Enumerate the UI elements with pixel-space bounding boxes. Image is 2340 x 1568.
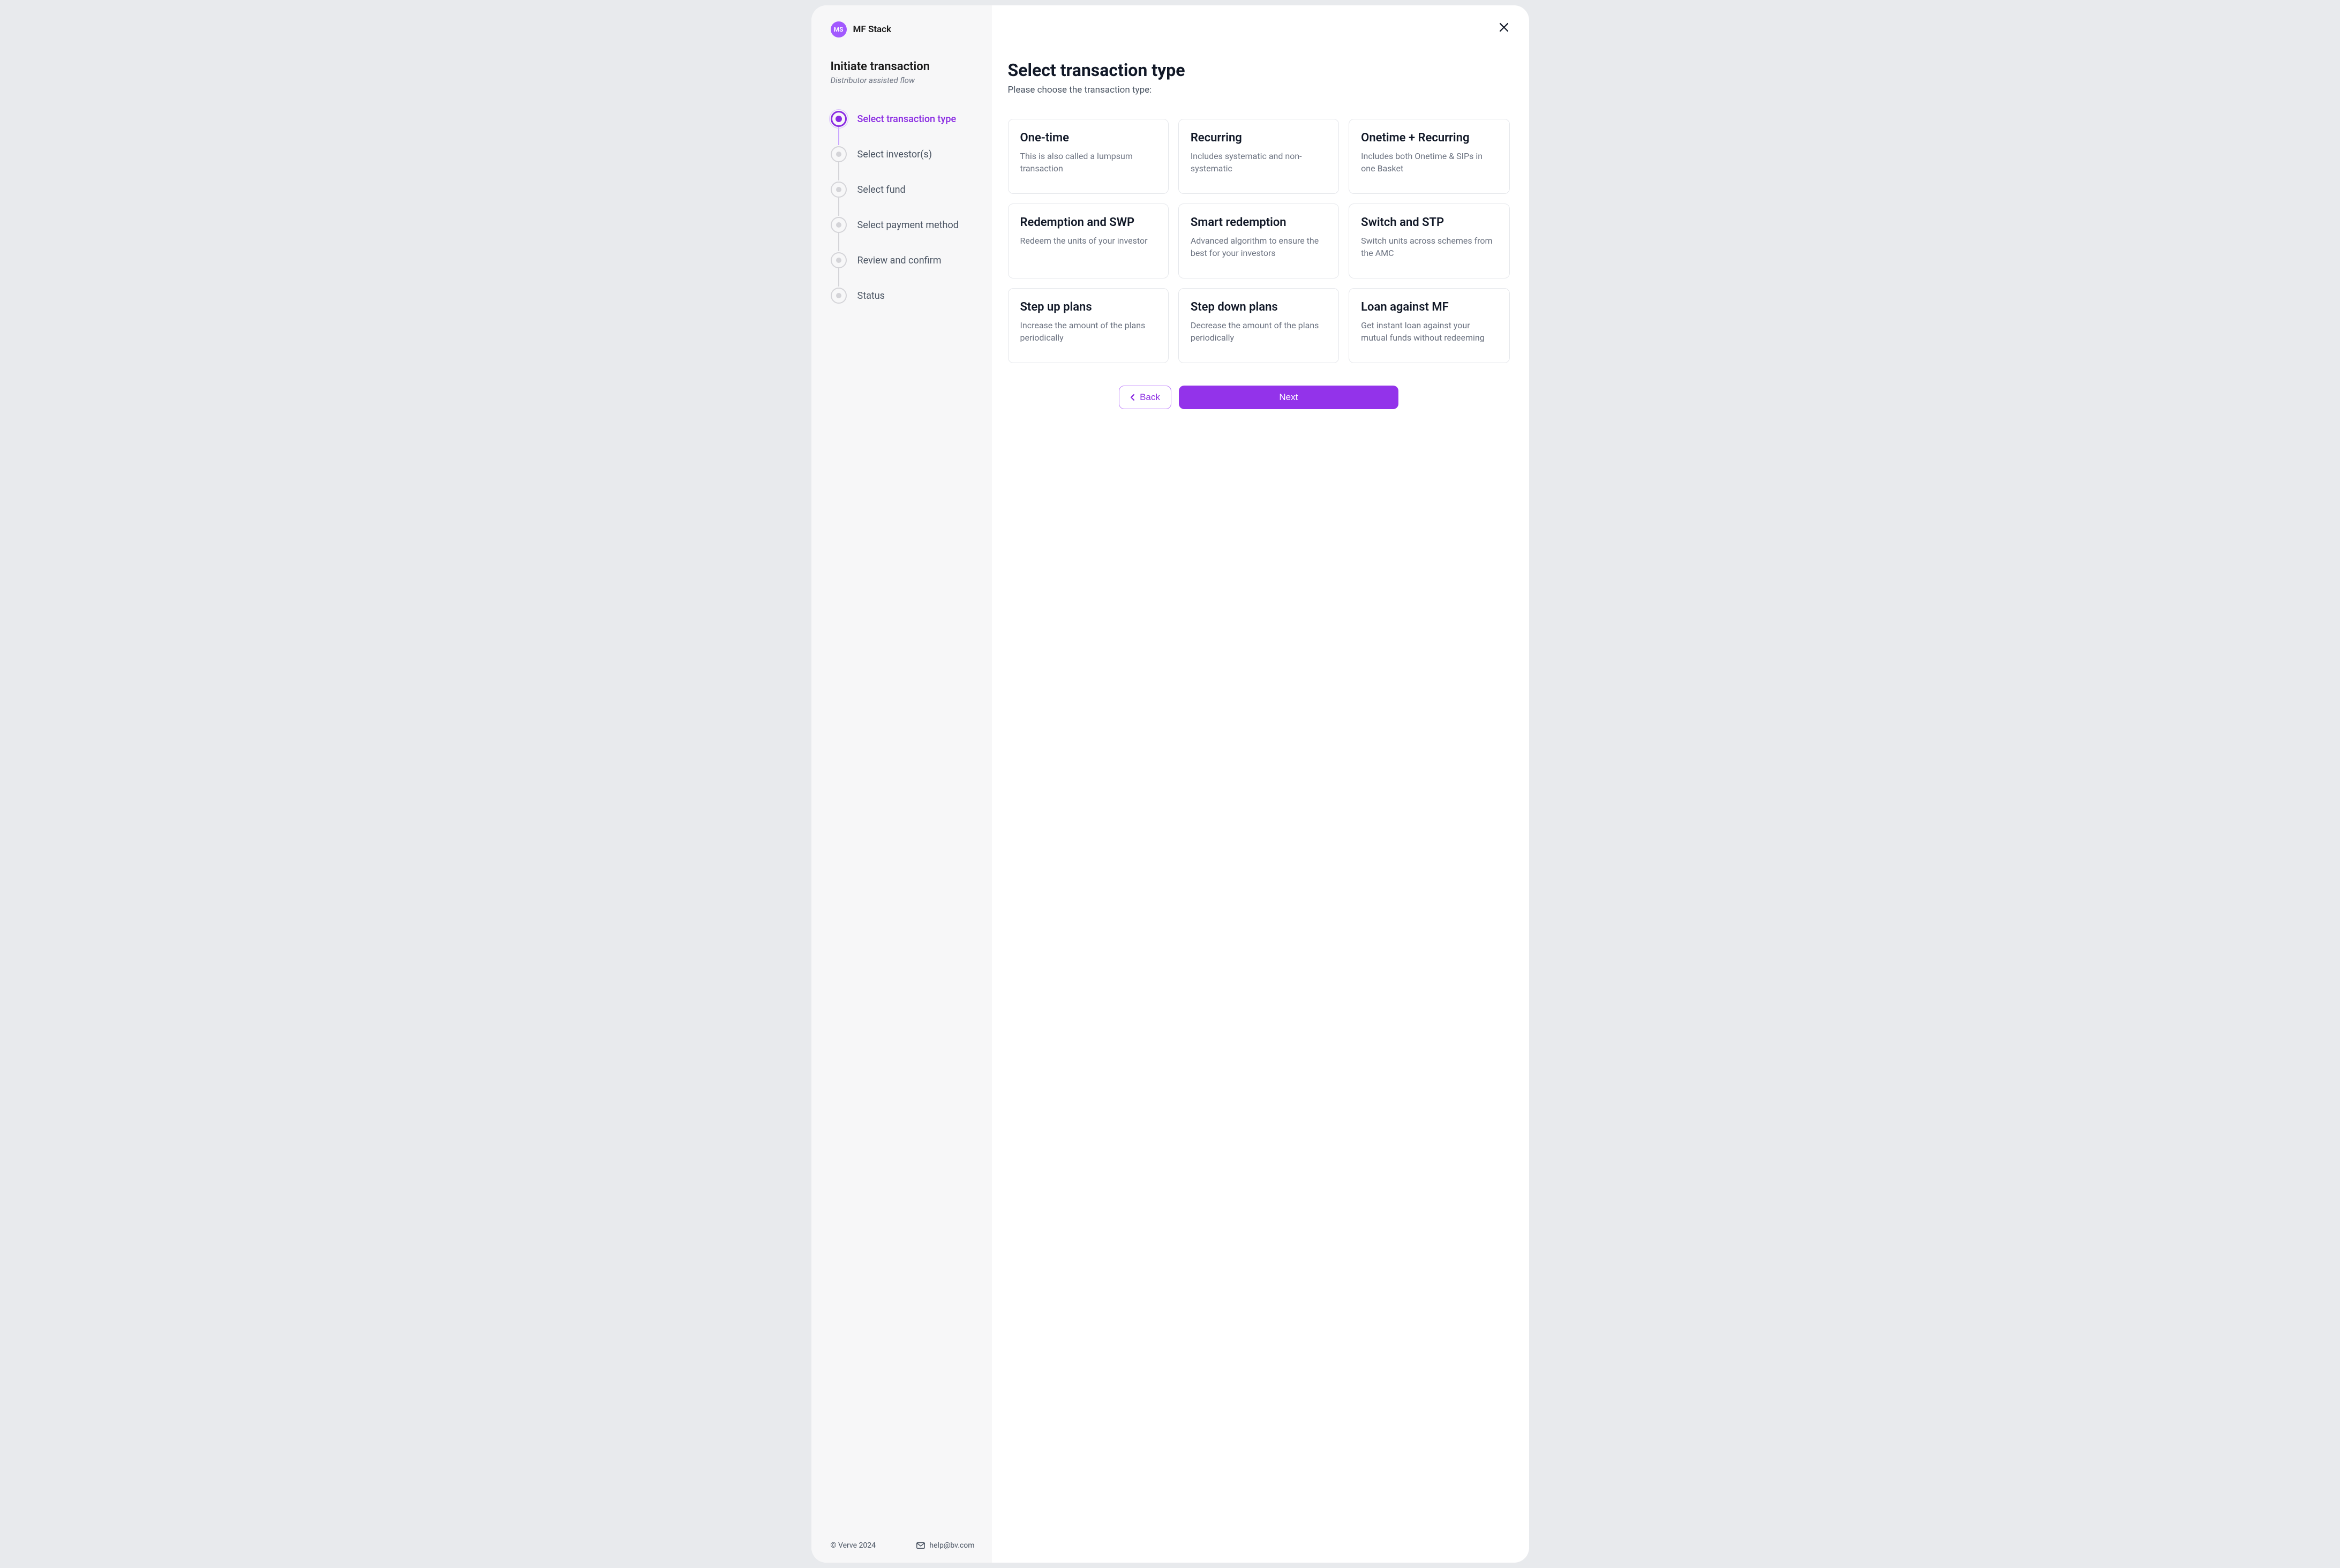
option-step-down-plans[interactable]: Step down plans Decrease the amount of t… [1178,288,1339,363]
step-select-payment-method[interactable]: Select payment method [831,217,975,252]
mail-icon [916,1542,925,1549]
option-title: Redemption and SWP [1020,216,1156,229]
sidebar-footer: © Verve 2024 help@bv.com [831,1531,975,1550]
step-status[interactable]: Status [831,288,975,304]
step-marker-icon [831,217,847,233]
stepper: Select transaction type Select investor(… [831,111,975,1531]
step-label: Select transaction type [857,114,957,125]
option-onetime-recurring[interactable]: Onetime + Recurring Includes both Onetim… [1349,119,1509,194]
option-desc: Includes both Onetime & SIPs in one Bask… [1361,150,1497,175]
option-title: Loan against MF [1361,300,1497,314]
option-title: Recurring [1191,131,1327,145]
option-desc: Advanced algorithm to ensure the best fo… [1191,235,1327,259]
main-content: Select transaction type Please choose th… [992,5,1529,1563]
page-title: Select transaction type [1008,60,1510,80]
option-step-up-plans[interactable]: Step up plans Increase the amount of the… [1008,288,1169,363]
copyright-text: © Verve 2024 [831,1541,876,1550]
option-smart-redemption[interactable]: Smart redemption Advanced algorithm to e… [1178,203,1339,278]
step-label: Select fund [857,184,906,195]
option-desc: Includes systematic and non-systematic [1191,150,1327,175]
action-bar: Back Next [1008,386,1510,409]
option-title: Onetime + Recurring [1361,131,1497,145]
step-marker-icon [831,111,847,127]
option-recurring[interactable]: Recurring Includes systematic and non-sy… [1178,119,1339,194]
step-marker-icon [831,146,847,162]
step-marker-icon [831,252,847,268]
app-window: MS MF Stack Initiate transaction Distrib… [811,5,1529,1563]
support-email-text: help@bv.com [929,1541,974,1550]
option-desc: Increase the amount of the plans periodi… [1020,319,1156,344]
brand: MS MF Stack [831,21,975,37]
step-label: Select investor(s) [857,149,932,160]
option-one-time[interactable]: One-time This is also called a lumpsum t… [1008,119,1169,194]
back-button[interactable]: Back [1119,386,1171,409]
option-desc: Get instant loan against your mutual fun… [1361,319,1497,344]
options-grid: One-time This is also called a lumpsum t… [1008,119,1510,363]
main-inner: Select transaction type Please choose th… [1008,21,1510,409]
option-switch-stp[interactable]: Switch and STP Switch units across schem… [1349,203,1509,278]
close-icon [1499,22,1509,33]
step-marker-icon [831,288,847,304]
option-desc: This is also called a lumpsum transactio… [1020,150,1156,175]
chevron-left-icon [1130,394,1135,401]
option-title: Step down plans [1191,300,1327,314]
page-subtitle: Please choose the transaction type: [1008,85,1510,95]
sidebar-subheading: Distributor assisted flow [831,76,975,85]
brand-name: MF Stack [853,24,892,35]
option-title: Switch and STP [1361,216,1497,229]
step-label: Review and confirm [857,255,942,266]
step-review-and-confirm[interactable]: Review and confirm [831,252,975,288]
option-loan-against-mf[interactable]: Loan against MF Get instant loan against… [1349,288,1509,363]
option-redemption-swp[interactable]: Redemption and SWP Redeem the units of y… [1008,203,1169,278]
step-select-transaction-type[interactable]: Select transaction type [831,111,975,146]
sidebar: MS MF Stack Initiate transaction Distrib… [811,5,992,1563]
step-label: Status [857,290,885,301]
option-title: Step up plans [1020,300,1156,314]
step-label: Select payment method [857,220,959,231]
brand-badge: MS [831,21,847,37]
sidebar-heading: Initiate transaction [831,60,975,73]
step-select-investors[interactable]: Select investor(s) [831,146,975,182]
option-title: One-time [1020,131,1156,145]
option-title: Smart redemption [1191,216,1327,229]
next-button[interactable]: Next [1179,386,1398,409]
support-email[interactable]: help@bv.com [916,1541,974,1550]
option-desc: Decrease the amount of the plans periodi… [1191,319,1327,344]
option-desc: Redeem the units of your investor [1020,235,1156,247]
next-button-label: Next [1279,392,1298,403]
back-button-label: Back [1140,392,1160,403]
step-select-fund[interactable]: Select fund [831,182,975,217]
step-marker-icon [831,182,847,198]
close-button[interactable] [1496,19,1512,35]
option-desc: Switch units across schemes from the AMC [1361,235,1497,259]
